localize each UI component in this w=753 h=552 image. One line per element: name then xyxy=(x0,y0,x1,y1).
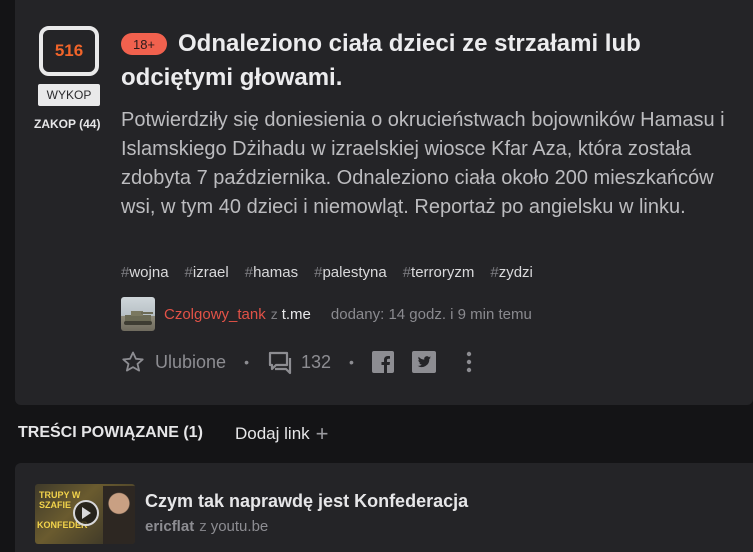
zakop-button[interactable]: ZAKOP (44) xyxy=(34,117,100,131)
action-bar: Ulubione • 132 • xyxy=(121,346,472,378)
related-author[interactable]: ericflat xyxy=(145,518,194,535)
tag-list: #wojna #izrael #hamas #palestyna #terror… xyxy=(121,264,533,281)
from-label: z xyxy=(270,306,278,322)
vote-counter: 516 xyxy=(39,26,99,76)
related-title[interactable]: Czym tak naprawdę jest Konfederacja xyxy=(145,491,468,512)
facebook-icon[interactable] xyxy=(371,351,394,373)
separator-dot: • xyxy=(244,354,249,370)
thumbnail-person xyxy=(103,486,135,544)
tag-palestyna[interactable]: #palestyna xyxy=(314,264,387,281)
add-link-button[interactable]: Dodaj link + xyxy=(235,421,329,446)
star-icon[interactable] xyxy=(121,350,145,374)
source-link[interactable]: t.me xyxy=(282,306,311,323)
post-description: Potwierdziły się doniesienia o okrucieńs… xyxy=(121,109,725,218)
tag-hamas[interactable]: #hamas xyxy=(245,264,298,281)
age-badge: 18+ xyxy=(121,33,167,55)
wykop-button[interactable]: WYKOP xyxy=(38,84,100,106)
related-meta: ericflat z youtu.be xyxy=(145,518,268,535)
comments-icon[interactable] xyxy=(267,349,293,375)
comments-count[interactable]: 132 xyxy=(301,352,331,373)
add-link-label: Dodaj link xyxy=(235,424,310,443)
tag-wojna[interactable]: #wojna xyxy=(121,264,169,281)
twitter-icon[interactable] xyxy=(411,351,436,373)
tag-izrael[interactable]: #izrael xyxy=(185,264,229,281)
play-icon[interactable] xyxy=(73,500,99,526)
author-link[interactable]: Czolgowy_tank xyxy=(164,306,266,323)
tag-zydzi[interactable]: #zydzi xyxy=(490,264,533,281)
favorite-button[interactable]: Ulubione xyxy=(155,352,226,373)
plus-icon: + xyxy=(315,421,329,446)
from-label: z xyxy=(199,518,207,535)
tag-terroryzm[interactable]: #terroryzm xyxy=(403,264,475,281)
separator-dot: • xyxy=(349,354,354,370)
post-title-line2[interactable]: odciętymi głowami. xyxy=(121,62,342,94)
more-options-icon[interactable] xyxy=(466,351,472,373)
related-header: TREŚCI POWIĄZANE (1) xyxy=(18,424,203,441)
added-time: dodany: 14 godz. i 9 min temu xyxy=(330,306,532,323)
related-source[interactable]: youtu.be xyxy=(211,518,269,535)
author-avatar[interactable] xyxy=(121,297,155,331)
vote-count: 516 xyxy=(54,41,84,60)
post-title-line1[interactable]: Odnaleziono ciała dzieci ze strzałami lu… xyxy=(178,28,641,60)
author-line: Czolgowy_tank z t.me dodany: 14 godz. i … xyxy=(164,306,532,323)
